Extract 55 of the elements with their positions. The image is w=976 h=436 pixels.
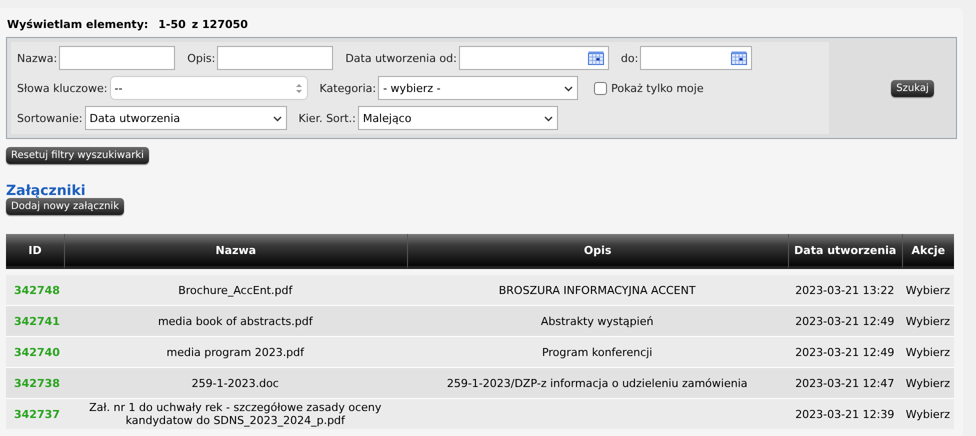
calendar-icon[interactable]: [731, 51, 748, 65]
up-down-arrows-icon: [294, 82, 302, 94]
reset-filters-button[interactable]: Resetuj filtry wyszukiwarki: [6, 147, 149, 164]
id-cell: 342738: [14, 376, 60, 390]
dropdown[interactable]: - wybierz -: [378, 76, 578, 100]
input-field[interactable]: [217, 46, 334, 70]
column-header: Data utworzenia: [788, 234, 902, 269]
field-label: Data utworzenia od:: [345, 52, 457, 64]
dropdown[interactable]: Data utworzenia: [84, 106, 287, 130]
chevron-down-icon: [272, 114, 282, 122]
column-header: Opis: [406, 234, 788, 269]
name-cell: 259-1-2023.doc: [192, 376, 279, 390]
field-label: do:: [620, 52, 638, 64]
date-cell: 2023-03-21 12:49: [795, 314, 894, 328]
description-cell: Abstrakty wystąpień: [540, 314, 654, 328]
date-cell: 2023-03-21 12:47: [795, 376, 894, 390]
field-label: Kier. Sort.:: [298, 112, 356, 124]
date-cell: 2023-03-21 13:22: [795, 284, 894, 296]
name-cell: media program 2023.pdf: [166, 346, 304, 358]
field-label: Kategoria:: [320, 82, 376, 94]
id-cell: 342741: [14, 314, 60, 328]
chevron-down-icon: [564, 84, 574, 92]
add-attachment-button[interactable]: Dodaj nowy załącznik: [6, 198, 124, 215]
date-cell: 2023-03-21 12:39: [795, 408, 894, 420]
name-cell: Brochure_AccEnt.pdf: [178, 284, 292, 296]
calendar-icon[interactable]: [588, 51, 604, 65]
id-cell: 342748: [14, 284, 60, 296]
description-cell: BROSZURA INFORMACYJNA ACCENT: [498, 284, 696, 296]
dropdown[interactable]: Malejąco: [358, 106, 558, 130]
search-button[interactable]: Szukaj: [891, 80, 934, 96]
field-label: Opis:: [187, 52, 216, 64]
id-cell: 342740: [14, 346, 60, 358]
field-label: Sortowanie:: [17, 112, 83, 124]
date-field[interactable]: [458, 46, 609, 70]
name-cell: Zał. nr 1 do uchwały rek - szczegółowe zasady oceny kandydatow do SDNS_2023_2024_p.pdf: [89, 401, 382, 427]
description-cell: Program konferencji: [542, 346, 652, 358]
input-field[interactable]: [59, 46, 176, 70]
dropdown[interactable]: --: [110, 76, 308, 100]
checkbox[interactable]: [594, 82, 608, 94]
checkbox-label: Pokaż tylko moje: [611, 82, 704, 94]
column-header: Nazwa: [64, 234, 407, 269]
date-field[interactable]: [640, 46, 752, 70]
field-label: Słowa kluczowe:: [17, 82, 108, 94]
name-cell: media book of abstracts.pdf: [158, 314, 313, 328]
description-cell: 259-1-2023/DZP-z informacja o udzieleniu zamówienia: [446, 376, 748, 390]
column-header: Akcje: [902, 234, 954, 269]
id-cell: 342737: [14, 408, 60, 420]
heading-label: Wyświetlam elementy:: [7, 18, 148, 31]
column-header: ID: [6, 234, 64, 269]
field-label: Nazwa:: [17, 52, 58, 64]
item-range: 1-50: [158, 18, 186, 31]
chevron-down-icon: [544, 114, 553, 122]
section-title: Załączniki: [5, 184, 87, 198]
date-cell: 2023-03-21 12:49: [795, 346, 894, 358]
item-total: z 127050: [192, 18, 248, 31]
